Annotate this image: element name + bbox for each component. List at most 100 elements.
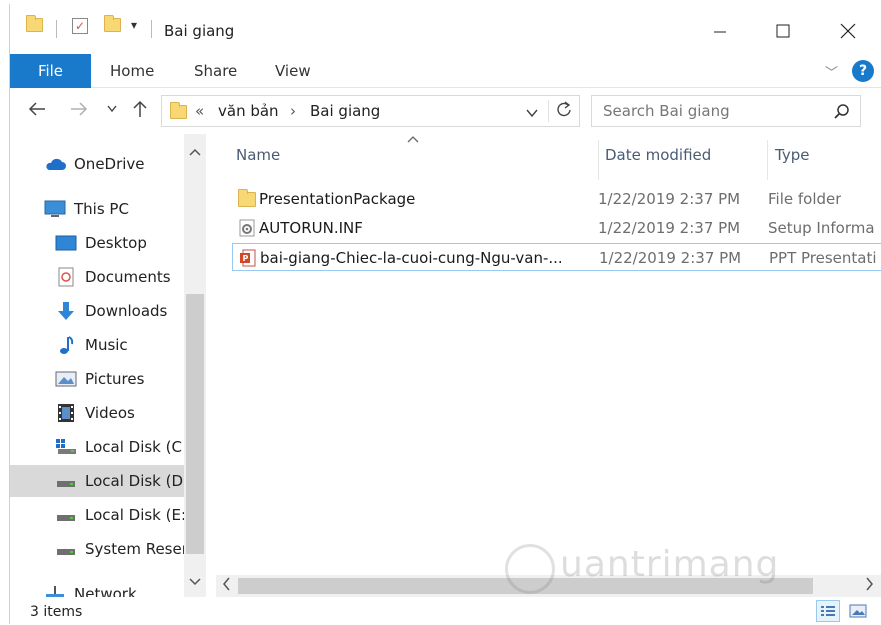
back-button[interactable] bbox=[28, 100, 46, 122]
navigation-bar: « văn bản › Bai giang Search Bai giang bbox=[10, 92, 881, 130]
table-row[interactable]: AUTORUN.INF 1/22/2019 2:37 PM Setup Info… bbox=[232, 214, 881, 242]
desktop-icon bbox=[55, 233, 77, 253]
column-divider[interactable] bbox=[767, 140, 768, 180]
drive-icon bbox=[55, 539, 77, 559]
sidebar-item-local-disk-e[interactable]: Local Disk (E: bbox=[10, 499, 185, 531]
sort-ascending-icon bbox=[407, 134, 419, 146]
close-icon bbox=[840, 23, 856, 39]
file-type: File folder bbox=[768, 190, 842, 208]
sidebar-item-documents[interactable]: Documents bbox=[10, 261, 185, 293]
sidebar-item-downloads[interactable]: Downloads bbox=[10, 295, 185, 327]
help-icon[interactable]: ? bbox=[852, 60, 874, 82]
sidebar-item-label: OneDrive bbox=[74, 155, 145, 173]
expand-ribbon-icon[interactable]: ﹀ bbox=[825, 62, 838, 81]
sidebar-item-label: Videos bbox=[85, 404, 135, 422]
folder-icon bbox=[238, 188, 256, 208]
window-title: Bai giang bbox=[164, 22, 235, 40]
sidebar-item-videos[interactable]: Videos bbox=[10, 397, 185, 429]
sidebar-item-local-disk-c[interactable]: Local Disk (C bbox=[10, 431, 185, 463]
table-row[interactable]: PresentationPackage 1/22/2019 2:37 PM Fi… bbox=[232, 185, 881, 213]
breadcrumb-overflow[interactable]: « bbox=[195, 102, 204, 120]
properties-icon[interactable]: ✓ bbox=[72, 18, 88, 34]
navigation-pane: OneDrive This PC Desktop Documents Downl… bbox=[10, 134, 206, 597]
search-icon[interactable] bbox=[834, 103, 850, 119]
minimize-button[interactable] bbox=[697, 14, 743, 48]
folder-icon bbox=[170, 102, 187, 119]
table-row[interactable]: P bai-giang-Chiec-la-cuoi-cung-Ngu-van-.… bbox=[232, 243, 881, 271]
up-button[interactable] bbox=[132, 100, 148, 123]
column-header-date-modified[interactable]: Date modified bbox=[605, 146, 711, 164]
scroll-down-arrow-icon[interactable] bbox=[189, 576, 201, 589]
chevron-down-icon bbox=[107, 105, 117, 113]
new-folder-icon[interactable] bbox=[104, 15, 121, 32]
svg-text:P: P bbox=[243, 254, 249, 263]
file-list: Name Date modified Type PresentationPack… bbox=[216, 134, 881, 574]
sidebar-item-system-reserved[interactable]: System Reser bbox=[10, 533, 185, 565]
tab-share[interactable]: Share bbox=[194, 62, 237, 80]
documents-icon bbox=[55, 267, 77, 287]
sidebar-item-desktop[interactable]: Desktop bbox=[10, 227, 185, 259]
details-view-icon bbox=[821, 606, 835, 616]
tab-file[interactable]: File bbox=[10, 54, 91, 88]
film-icon bbox=[55, 403, 77, 423]
download-arrow-icon bbox=[55, 301, 77, 321]
scrollbar-thumb[interactable] bbox=[186, 294, 204, 554]
network-icon bbox=[44, 584, 66, 597]
sidebar-item-music[interactable]: Music bbox=[10, 329, 185, 361]
breadcrumb-bai-giang[interactable]: Bai giang bbox=[310, 102, 380, 120]
scrollbar-thumb[interactable] bbox=[238, 578, 813, 594]
search-input[interactable]: Search Bai giang bbox=[603, 102, 730, 120]
sidebar-item-label: Local Disk (E: bbox=[85, 506, 185, 524]
sidebar-item-label: This PC bbox=[74, 200, 129, 218]
sidebar-item-label: System Reser bbox=[85, 540, 185, 558]
file-date: 1/22/2019 2:37 PM bbox=[599, 249, 742, 267]
sidebar-item-this-pc[interactable]: This PC bbox=[10, 193, 185, 225]
sidebar-item-pictures[interactable]: Pictures bbox=[10, 363, 185, 395]
sidebar-item-label: Network bbox=[74, 585, 137, 597]
separator bbox=[151, 20, 152, 38]
scroll-up-arrow-icon[interactable] bbox=[189, 146, 201, 159]
drive-icon bbox=[55, 505, 77, 525]
forward-arrow-icon bbox=[71, 102, 88, 116]
column-header-type[interactable]: Type bbox=[775, 146, 809, 164]
sidebar-scrollbar[interactable] bbox=[184, 134, 206, 597]
scroll-right-arrow-icon[interactable] bbox=[866, 577, 874, 595]
customize-toolbar-icon[interactable]: ▾ bbox=[131, 18, 137, 32]
details-view-button[interactable] bbox=[816, 600, 840, 622]
maximize-icon bbox=[776, 24, 790, 38]
file-name: bai-giang-Chiec-la-cuoi-cung-Ngu-van-... bbox=[260, 249, 563, 267]
tab-home[interactable]: Home bbox=[110, 62, 154, 80]
large-icons-view-button[interactable] bbox=[846, 600, 870, 622]
horizontal-scrollbar[interactable] bbox=[216, 575, 881, 597]
address-bar[interactable]: « văn bản › Bai giang bbox=[161, 95, 580, 127]
address-dropdown-button[interactable] bbox=[526, 104, 538, 122]
chevron-right-icon[interactable]: › bbox=[290, 102, 296, 120]
file-explorer-window: ✓ ▾ Bai giang File Home Share View ﹀ ? «… bbox=[9, 4, 881, 624]
sidebar-item-onedrive[interactable]: OneDrive bbox=[10, 148, 185, 180]
windows-drive-icon bbox=[55, 437, 77, 457]
column-divider[interactable] bbox=[598, 140, 599, 180]
search-box[interactable]: Search Bai giang bbox=[591, 95, 861, 127]
maximize-button[interactable] bbox=[760, 14, 806, 48]
tab-view[interactable]: View bbox=[275, 62, 311, 80]
powerpoint-icon: P bbox=[239, 249, 257, 267]
item-count: 3 items bbox=[30, 604, 83, 620]
file-name: PresentationPackage bbox=[259, 190, 416, 208]
sidebar-item-label: Local Disk (C bbox=[85, 438, 182, 456]
column-header-name[interactable]: Name bbox=[236, 146, 280, 164]
computer-icon bbox=[44, 199, 66, 219]
sidebar-item-label: Desktop bbox=[85, 234, 147, 252]
refresh-button[interactable] bbox=[556, 100, 572, 122]
file-type: PPT Presentati bbox=[769, 249, 877, 267]
forward-button[interactable] bbox=[70, 100, 88, 122]
sidebar-item-network[interactable]: Network bbox=[10, 578, 185, 597]
scroll-left-arrow-icon[interactable] bbox=[222, 577, 230, 595]
file-date: 1/22/2019 2:37 PM bbox=[598, 190, 741, 208]
sidebar-item-local-disk-d[interactable]: Local Disk (D bbox=[10, 465, 185, 497]
sidebar-item-label: Documents bbox=[85, 268, 171, 286]
separator bbox=[56, 20, 57, 38]
file-name: AUTORUN.INF bbox=[259, 219, 363, 237]
breadcrumb-van-ban[interactable]: văn bản bbox=[218, 102, 279, 120]
close-button[interactable] bbox=[825, 14, 871, 48]
recent-locations-button[interactable] bbox=[107, 102, 117, 116]
